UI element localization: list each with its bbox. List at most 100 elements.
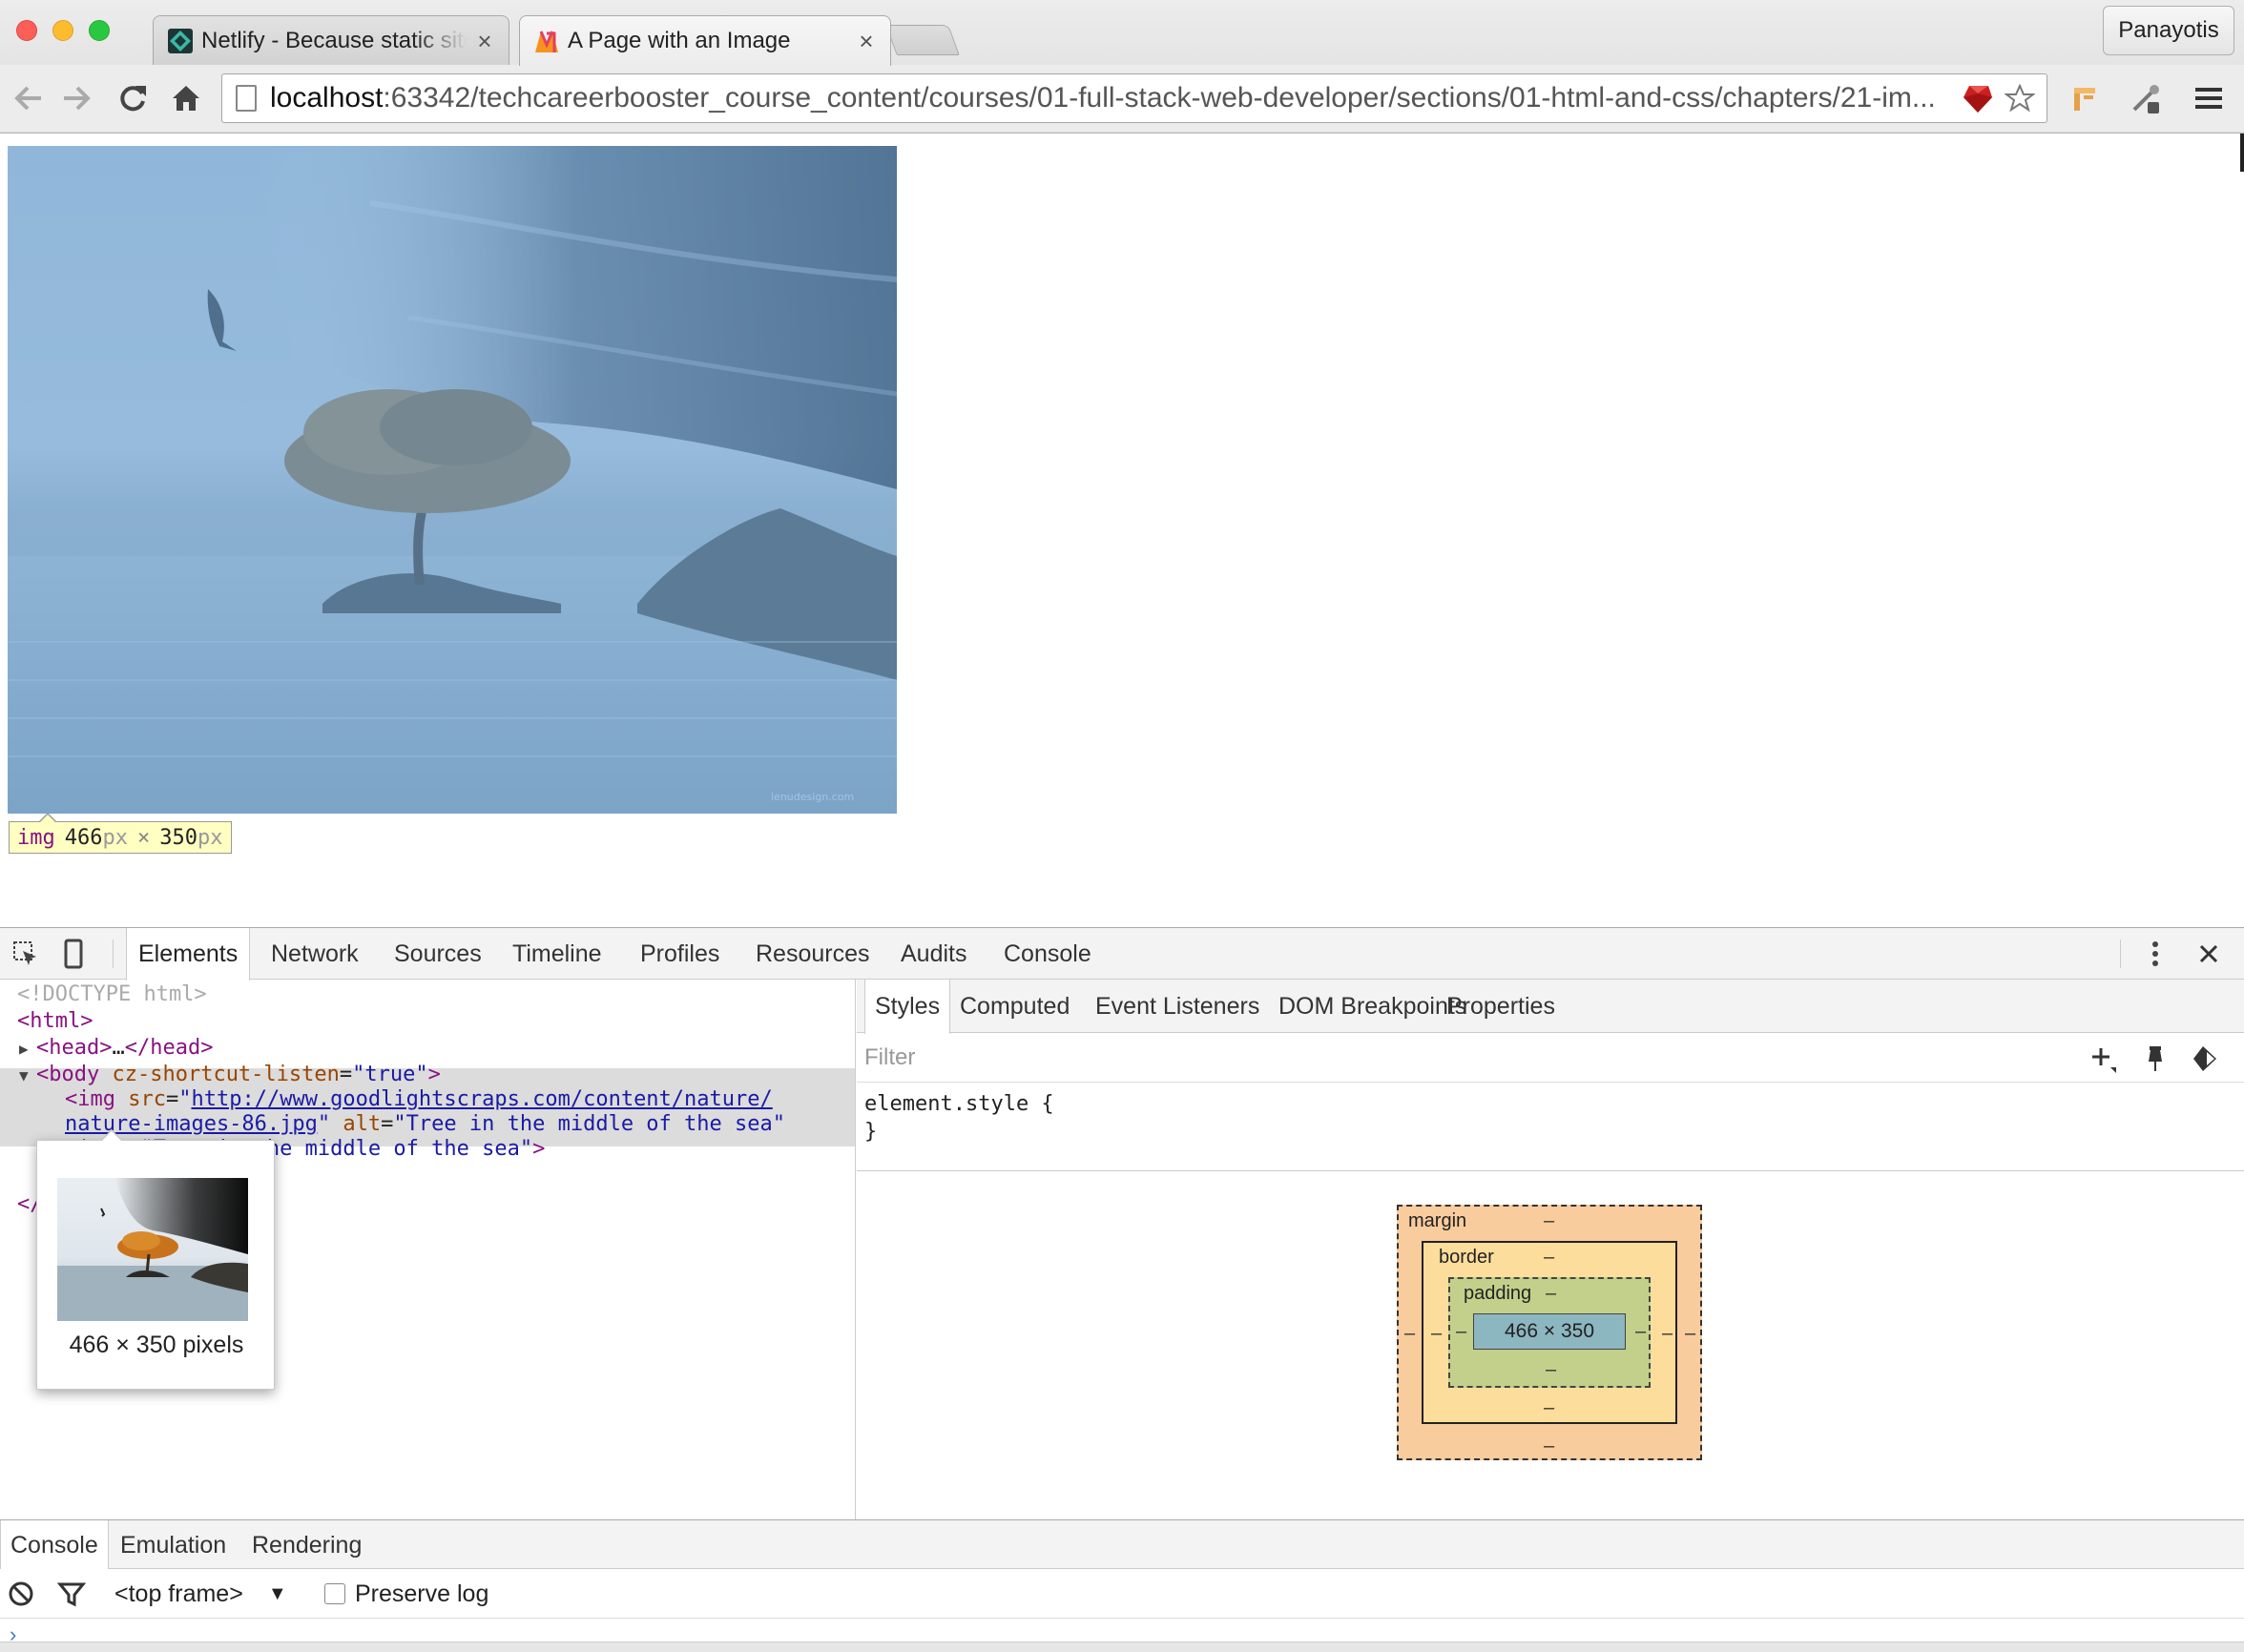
quote-mark: "	[317, 1112, 331, 1136]
filter-funnel-icon[interactable]	[57, 1569, 86, 1619]
border-top-value[interactable]: –	[1544, 1247, 1554, 1269]
tab-properties[interactable]: Properties	[1437, 980, 1565, 1033]
tab-elements[interactable]: Elements	[126, 928, 251, 981]
tab-profiles[interactable]: Profiles	[629, 928, 731, 980]
device-mode-icon[interactable]	[52, 932, 95, 976]
dom-body-node[interactable]: ▼ <body cz-shortcut-listen="true">	[19, 1062, 441, 1087]
more-options-icon[interactable]	[2133, 932, 2177, 976]
collapse-triangle-icon[interactable]: ▼	[19, 1063, 36, 1088]
netlify-logo-icon	[167, 28, 194, 54]
jetbrains-logo-icon	[533, 28, 560, 54]
frame-select[interactable]: <top frame> ▼	[114, 1569, 287, 1619]
back-arrow-icon[interactable]	[6, 76, 50, 120]
eyedropper-extension-icon[interactable]	[2124, 76, 2168, 120]
new-tab-button[interactable]	[885, 25, 960, 55]
page-viewport: lenudesign.com img 466 px × 350 px	[0, 134, 2244, 927]
dom-html-node[interactable]: <html>	[17, 1008, 93, 1034]
url-path: :63342/techcareerbooster_course_content/…	[383, 82, 1936, 114]
browser-tab-image-page[interactable]: A Page with an Image ×	[519, 15, 891, 66]
new-style-rule-icon[interactable]	[2088, 1043, 2120, 1075]
close-window-button[interactable]	[16, 20, 37, 41]
border-right-value[interactable]: –	[1662, 1323, 1673, 1345]
toggle-element-state-icon[interactable]	[2189, 1043, 2221, 1075]
tab-console[interactable]: Console	[992, 928, 1103, 980]
dom-img-node-line1[interactable]: <img src="http://www.goodlightscraps.com…	[65, 1086, 773, 1112]
padding-left-value[interactable]: –	[1456, 1321, 1466, 1343]
dom-head-node[interactable]: ▶ <head>…</head>	[19, 1035, 213, 1061]
drawer-tab-rendering[interactable]: Rendering	[242, 1520, 371, 1570]
tab-resources[interactable]: Resources	[744, 928, 882, 980]
dom-doctype[interactable]: <!DOCTYPE html>	[17, 981, 207, 1007]
drawer-tab-console[interactable]: Console	[0, 1520, 109, 1571]
window-bottom-edge	[0, 1642, 2244, 1652]
equals-sign: =	[165, 1087, 179, 1111]
padding-right-value[interactable]: –	[1635, 1321, 1646, 1343]
tab-timeline[interactable]: Timeline	[501, 928, 613, 980]
body-attr-name: cz-shortcut-listen	[112, 1063, 340, 1086]
tab-network[interactable]: Network	[260, 928, 370, 980]
tab-audits[interactable]: Audits	[889, 928, 978, 980]
image-preview-thumbnail	[57, 1178, 248, 1321]
tab-sources[interactable]: Sources	[383, 928, 493, 980]
inspect-element-icon[interactable]	[4, 932, 48, 976]
box-model-border: border – – – – padding – – – – 466 × 350	[1422, 1241, 1677, 1424]
src-link-part1[interactable]: http://www.goodlightscraps.com/content/n…	[191, 1087, 772, 1111]
forward-arrow-icon[interactable]	[55, 76, 99, 120]
margin-bottom-value[interactable]: –	[1544, 1435, 1554, 1457]
padding-bottom-value[interactable]: –	[1546, 1359, 1556, 1381]
html-tag: <html>	[17, 1009, 94, 1033]
tab-close-icon[interactable]: ×	[856, 29, 877, 53]
tree-in-sea-image[interactable]: lenudesign.com	[8, 146, 897, 814]
styles-tab-bar: Styles Computed Event Listeners DOM Brea…	[857, 980, 2244, 1034]
home-icon[interactable]	[164, 76, 208, 120]
minimize-window-button[interactable]	[52, 20, 73, 41]
toolbar-divider	[2120, 940, 2121, 968]
menu-hamburger-icon[interactable]	[2187, 76, 2231, 120]
margin-right-value[interactable]: –	[1685, 1323, 1695, 1345]
reload-icon[interactable]	[111, 76, 155, 120]
pin-icon[interactable]	[2139, 1043, 2171, 1075]
zoom-window-button[interactable]	[89, 20, 110, 41]
element-style-rule[interactable]: element.style { }	[864, 1090, 1054, 1146]
box-model-content-size[interactable]: 466 × 350	[1473, 1313, 1626, 1350]
dom-img-node-line2[interactable]: nature-images-86.jpg" alt="Tree in the m…	[65, 1111, 785, 1137]
profile-button[interactable]: Panayotis	[2103, 6, 2234, 55]
bookmark-star-icon[interactable]	[2001, 79, 2039, 117]
style-rule-selector[interactable]: element.style {	[864, 1090, 1054, 1118]
styles-filter-input[interactable]	[864, 1041, 2009, 1075]
clear-console-icon[interactable]	[8, 1569, 34, 1619]
preserve-log-checkbox[interactable]: Preserve log	[324, 1569, 488, 1619]
tab-styles[interactable]: Styles	[864, 980, 951, 1034]
drawer-tab-emulation[interactable]: Emulation	[111, 1520, 236, 1570]
expand-triangle-icon[interactable]: ▶	[19, 1036, 36, 1062]
tab-close-icon[interactable]: ×	[474, 29, 495, 53]
quote-mark: "	[178, 1087, 192, 1111]
box-model-margin-label: margin	[1408, 1210, 1467, 1231]
browser-chrome: Netlify - Because static site × A Page w…	[0, 0, 2244, 134]
body-end-bracket: >	[427, 1063, 441, 1086]
preserve-log-label: Preserve log	[355, 1580, 489, 1607]
tab-title: A Page with an Image	[568, 28, 791, 53]
alt-attr-value: "Tree in the middle of the sea"	[393, 1112, 786, 1136]
tab-event-listeners[interactable]: Event Listeners	[1086, 980, 1269, 1033]
ruby-extension-icon[interactable]	[1959, 79, 1997, 117]
head-open-tag: <head>	[36, 1036, 113, 1060]
extension-brush-icon[interactable]	[2063, 76, 2107, 120]
divider	[857, 1170, 2244, 1171]
margin-left-value[interactable]: –	[1404, 1323, 1415, 1345]
browser-tab-netlify[interactable]: Netlify - Because static site ×	[153, 15, 509, 65]
border-left-value[interactable]: –	[1431, 1323, 1442, 1345]
box-model-padding: padding – – – – 466 × 350	[1448, 1277, 1651, 1388]
border-bottom-value[interactable]: –	[1544, 1397, 1554, 1419]
close-devtools-icon[interactable]	[2187, 932, 2231, 976]
margin-top-value[interactable]: –	[1544, 1210, 1554, 1232]
padding-top-value[interactable]: –	[1546, 1283, 1556, 1305]
tab-computed[interactable]: Computed	[950, 980, 1079, 1033]
equals-sign: =	[381, 1112, 394, 1136]
checkbox-box[interactable]	[324, 1583, 345, 1604]
address-bar[interactable]: localhost:63342/techcareerbooster_course…	[221, 73, 2047, 123]
tooltip-times: ×	[137, 825, 151, 850]
url-text[interactable]: localhost:63342/techcareerbooster_course…	[270, 82, 1959, 114]
scrollbar-thumb[interactable]	[2240, 134, 2244, 172]
styles-sidebar: Styles Computed Event Listeners DOM Brea…	[857, 980, 2244, 1519]
